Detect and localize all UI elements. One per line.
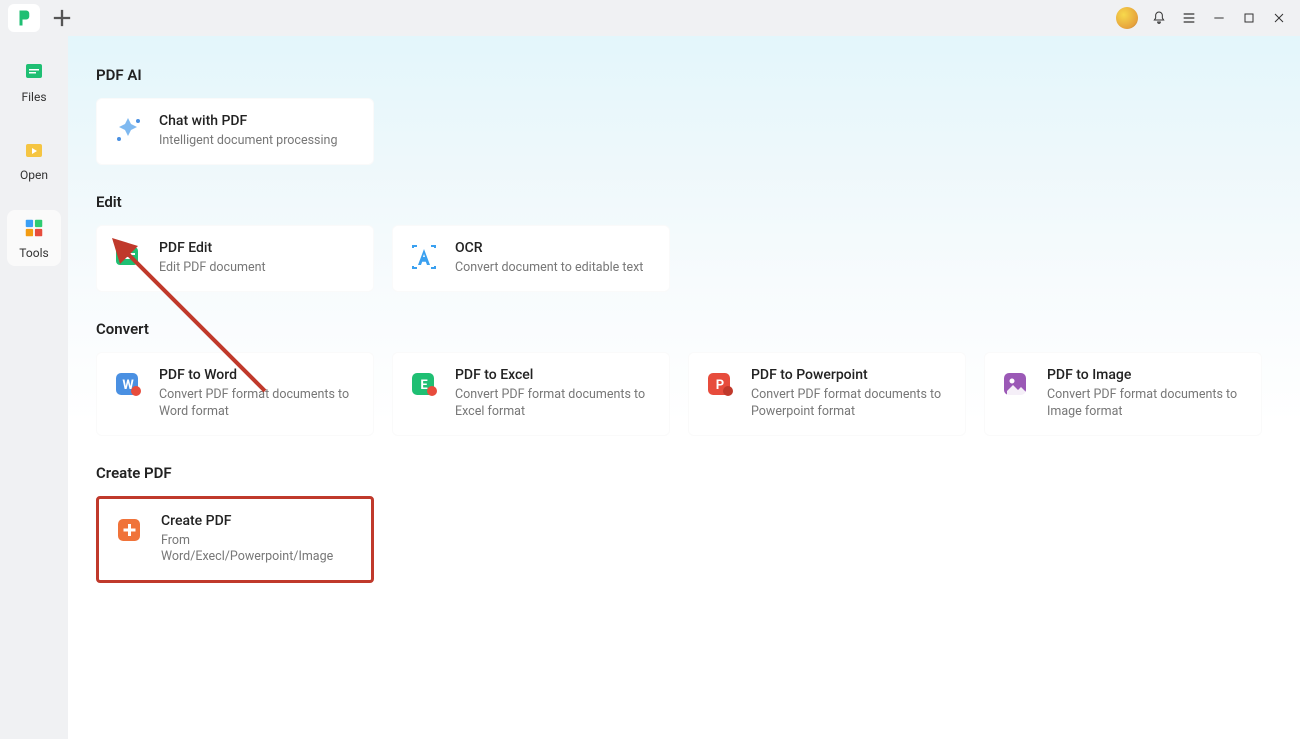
hamburger-icon: [1181, 10, 1197, 26]
avatar[interactable]: [1116, 7, 1138, 29]
card-body: PDF to Image Convert PDF format document…: [1047, 367, 1247, 421]
sidebar-item-tools[interactable]: Tools: [7, 210, 61, 266]
sparkle-icon: [111, 113, 145, 147]
section-title-edit: Edit: [96, 193, 1272, 211]
new-tab-button[interactable]: [48, 4, 76, 32]
card-pdf-to-image[interactable]: PDF to Image Convert PDF format document…: [984, 352, 1262, 436]
row-convert: W PDF to Word Convert PDF format documen…: [96, 352, 1272, 436]
row-pdf-ai: Chat with PDF Intelligent document proce…: [96, 98, 1272, 165]
content-area: PDF AI Chat with PDF Intelligent documen…: [68, 36, 1300, 739]
sidebar-item-label: Tools: [19, 246, 48, 260]
plus-icon: [48, 4, 76, 32]
app-logo[interactable]: [8, 4, 40, 32]
minimize-icon: [1211, 10, 1227, 26]
minimize-button[interactable]: [1210, 9, 1228, 27]
excel-icon: E: [407, 367, 441, 401]
titlebar: [0, 0, 1300, 36]
titlebar-right: [1116, 7, 1292, 29]
card-body: PDF to Word Convert PDF format documents…: [159, 367, 359, 421]
card-create-pdf[interactable]: Create PDF From Word/Execl/Powerpoint/Im…: [96, 496, 374, 584]
section-title-pdf-ai: PDF AI: [96, 66, 1272, 84]
row-create: Create PDF From Word/Execl/Powerpoint/Im…: [96, 496, 1272, 584]
svg-text:P: P: [716, 378, 724, 393]
bell-icon: [1151, 10, 1167, 26]
card-body: PDF to Excel Convert PDF format document…: [455, 367, 655, 421]
close-icon: [1271, 10, 1287, 26]
close-button[interactable]: [1270, 9, 1288, 27]
card-pdf-to-word[interactable]: W PDF to Word Convert PDF format documen…: [96, 352, 374, 436]
notifications-button[interactable]: [1150, 9, 1168, 27]
card-body: OCR Convert document to editable text: [455, 240, 643, 277]
edit-icon: [111, 240, 145, 274]
card-title: PDF to Image: [1047, 367, 1247, 383]
row-edit: PDF Edit Edit PDF document OCR Convert d…: [96, 225, 1272, 292]
word-icon: W: [111, 367, 145, 401]
card-desc: Convert PDF format documents to Excel fo…: [455, 387, 655, 421]
card-title: Chat with PDF: [159, 113, 337, 129]
card-desc: Edit PDF document: [159, 260, 266, 277]
sidebar-item-label: Open: [20, 168, 48, 182]
card-title: PDF Edit: [159, 240, 266, 256]
card-title: PDF to Word: [159, 367, 359, 383]
card-body: PDF Edit Edit PDF document: [159, 240, 266, 277]
card-title: PDF to Powerpoint: [751, 367, 951, 383]
card-body: Chat with PDF Intelligent document proce…: [159, 113, 337, 150]
card-desc: Intelligent document processing: [159, 133, 337, 150]
card-title: OCR: [455, 240, 643, 256]
maximize-button[interactable]: [1240, 9, 1258, 27]
card-desc: Convert PDF format documents to Powerpoi…: [751, 387, 951, 421]
maximize-icon: [1241, 10, 1257, 26]
tools-icon: [20, 214, 48, 242]
sidebar-item-label: Files: [21, 90, 46, 104]
menu-button[interactable]: [1180, 9, 1198, 27]
card-desc: Convert PDF format documents to Word for…: [159, 387, 359, 421]
card-desc: Convert PDF format documents to Image fo…: [1047, 387, 1247, 421]
card-body: PDF to Powerpoint Convert PDF format doc…: [751, 367, 951, 421]
files-icon: [20, 58, 48, 86]
image-icon: [999, 367, 1033, 401]
sidebar-item-open[interactable]: Open: [7, 132, 61, 188]
card-ocr[interactable]: OCR Convert document to editable text: [392, 225, 670, 292]
titlebar-left: [8, 4, 76, 32]
card-desc: From Word/Execl/Powerpoint/Image: [161, 533, 357, 567]
card-title: PDF to Excel: [455, 367, 655, 383]
sidebar: Files Open Tools: [0, 36, 68, 739]
ocr-icon: [407, 240, 441, 274]
card-pdf-to-powerpoint[interactable]: P PDF to Powerpoint Convert PDF format d…: [688, 352, 966, 436]
open-icon: [20, 136, 48, 164]
powerpoint-icon: P: [703, 367, 737, 401]
card-title: Create PDF: [161, 513, 357, 529]
card-pdf-to-excel[interactable]: E PDF to Excel Convert PDF format docume…: [392, 352, 670, 436]
card-chat-with-pdf[interactable]: Chat with PDF Intelligent document proce…: [96, 98, 374, 165]
section-title-convert: Convert: [96, 320, 1272, 338]
sidebar-item-files[interactable]: Files: [7, 54, 61, 110]
card-body: Create PDF From Word/Execl/Powerpoint/Im…: [161, 513, 357, 567]
section-title-create: Create PDF: [96, 464, 1272, 482]
card-desc: Convert document to editable text: [455, 260, 643, 277]
create-pdf-icon: [113, 513, 147, 547]
main: Files Open Tools PDF AI: [0, 36, 1300, 739]
card-pdf-edit[interactable]: PDF Edit Edit PDF document: [96, 225, 374, 292]
app-logo-icon: [15, 9, 33, 27]
